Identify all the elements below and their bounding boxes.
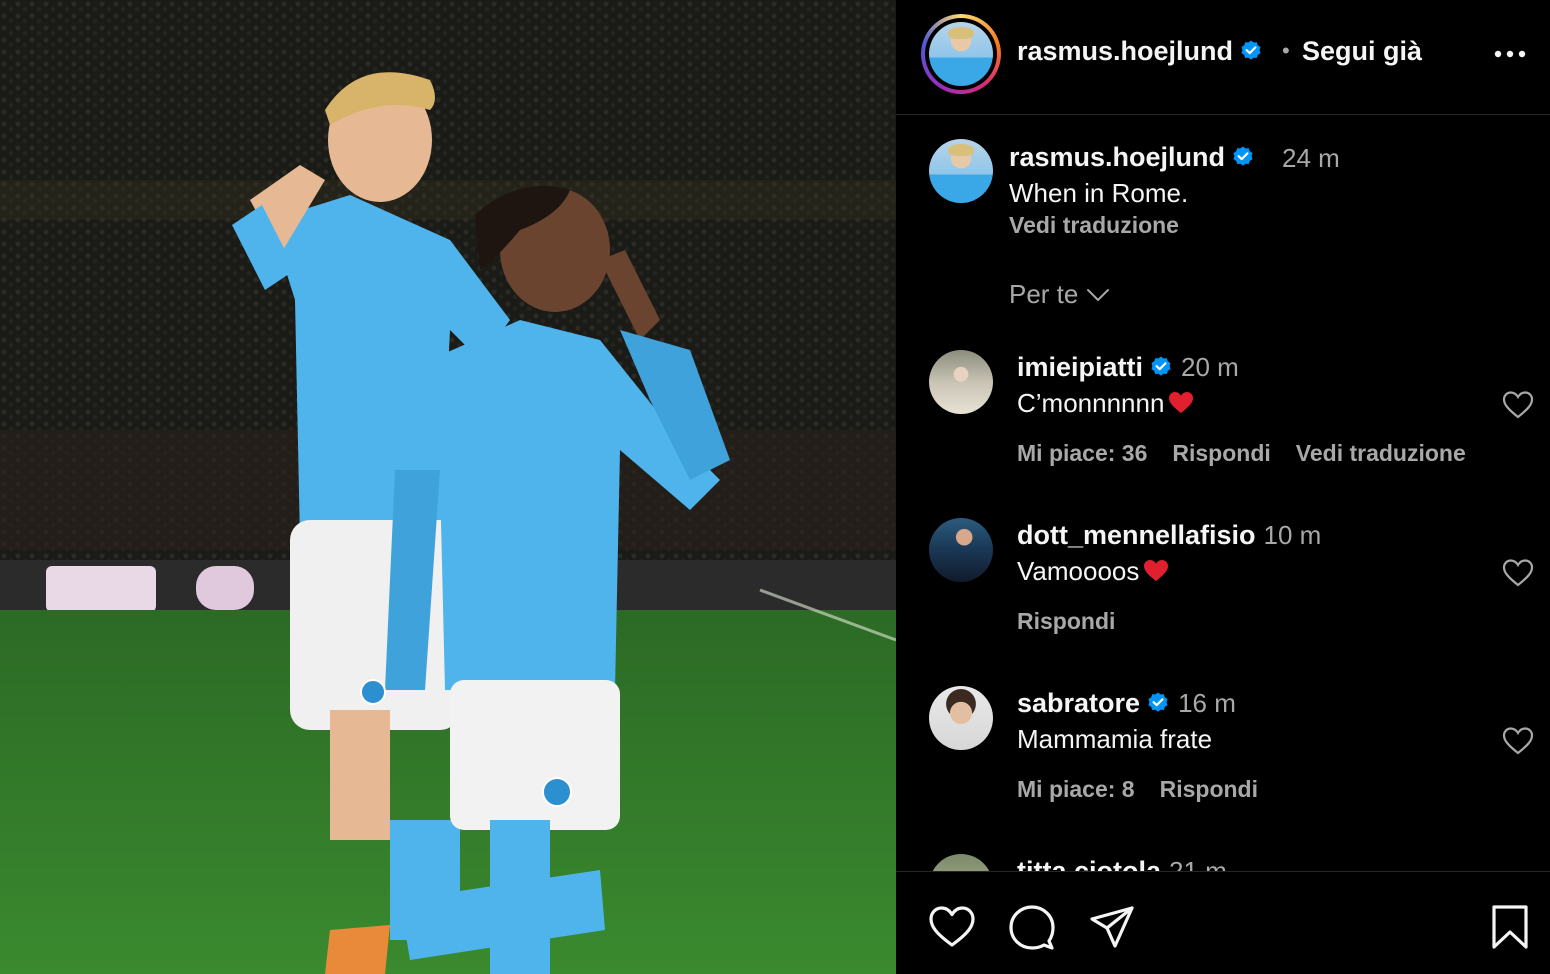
commenter-avatar[interactable] [929,350,993,414]
comment-actions: Mi piace: 36 Rispondi Vedi traduzione [1017,440,1466,467]
commenter-username[interactable]: dott_mennellafisio [1017,520,1256,550]
post-header: rasmus.hoejlund • Segui già [896,0,1550,115]
save-bookmark-icon[interactable] [1486,904,1534,950]
caption-username[interactable]: rasmus.hoejlund [1009,142,1225,172]
comment-reply-button[interactable]: Rispondi [1160,776,1258,803]
commenter-header: titta.ciotola 21 m [1017,856,1227,871]
comment-text: Mammamia frate [1017,724,1213,754]
commenter-header: sabratore 16 m [1017,688,1236,719]
comment-item: imieipiatti 20 m C’monnnnnn Mi piace: 36 … [896,350,1550,518]
comment-timestamp[interactable]: 21 m [1169,856,1227,871]
comment-text: Vamoooos [1017,556,1169,587]
commenter-avatar[interactable] [929,686,993,750]
comment-text-content: C’monnnnnn [1017,388,1165,418]
comment-sort-label: Per te [1009,279,1079,309]
commenter-username[interactable]: titta.ciotola [1017,856,1161,871]
red-heart-emoji-icon [1169,392,1194,413]
commenter-avatar[interactable] [929,854,993,871]
comment-timestamp[interactable]: 10 m [1264,520,1322,550]
comment-bubble-icon[interactable] [1008,904,1056,950]
commenter-username[interactable]: imieipiatti [1017,352,1143,382]
comment-like-heart-icon[interactable] [1502,558,1534,588]
follow-status-button[interactable]: Segui già [1302,36,1422,67]
verified-badge-icon [1148,692,1168,712]
story-ring[interactable] [921,14,1001,94]
like-heart-icon[interactable] [928,904,976,950]
comment-timestamp[interactable]: 16 m [1178,688,1236,718]
comment-translate-link[interactable]: Vedi traduzione [1296,440,1466,467]
post-side-panel: rasmus.hoejlund • Segui già rasmus.hoejl… [896,0,1550,974]
comment-like-heart-icon[interactable] [1502,726,1534,756]
comment-reply-button[interactable]: Rispondi [1172,440,1270,467]
comment-item: dott_mennellafisio 10 m Vamoooos Rispondi [896,518,1550,686]
comment-actions: Rispondi [1017,608,1115,635]
commenter-avatar[interactable] [929,518,993,582]
verified-badge-icon [1151,356,1171,376]
comment-text-content: Vamoooos [1017,556,1140,586]
comment-likes-count[interactable]: Mi piace: 8 [1017,776,1135,803]
comment-item: sabratore 16 m Mammamia frate Mi piace: 8… [896,686,1550,854]
caption-text: When in Rome. [1009,178,1189,208]
author-avatar[interactable] [929,22,993,86]
post-action-bar [896,871,1550,974]
verified-badge-icon [1241,40,1261,60]
post-photo[interactable] [0,0,896,974]
comment-like-heart-icon[interactable] [1502,390,1534,420]
share-paper-plane-icon[interactable] [1088,904,1136,950]
commenter-header: imieipiatti 20 m [1017,352,1239,383]
caption-translate-link[interactable]: Vedi traduzione [1009,212,1179,239]
comment-timestamp[interactable]: 20 m [1181,352,1239,382]
comment-likes-count[interactable]: Mi piace: 36 [1017,440,1147,467]
header-username[interactable]: rasmus.hoejlund [1017,36,1233,66]
more-options-icon[interactable] [1492,40,1528,68]
caption-author[interactable]: rasmus.hoejlund [1009,142,1255,173]
comment-text: C’monnnnnn [1017,388,1194,419]
commenter-username[interactable]: sabratore [1017,688,1140,718]
header-separator: • [1282,38,1290,63]
commenter-header: dott_mennellafisio 10 m [1017,520,1321,551]
comment-actions: Mi piace: 8 Rispondi [1017,776,1258,803]
comments-list[interactable]: rasmus.hoejlund 24 m When in Rome. Vedi … [896,116,1550,871]
chevron-down-icon [1087,288,1110,301]
verified-badge-icon [1233,146,1253,166]
comment-sort-dropdown[interactable]: Per te [1009,279,1110,310]
photo-illustration [0,0,896,974]
header-author[interactable]: rasmus.hoejlund [1017,36,1263,67]
caption-timestamp[interactable]: 24 m [1282,143,1340,174]
comment-item: titta.ciotola 21 m [896,854,1550,871]
red-heart-emoji-icon [1144,560,1169,581]
comment-reply-button[interactable]: Rispondi [1017,608,1115,635]
caption-author-avatar[interactable] [929,139,993,203]
